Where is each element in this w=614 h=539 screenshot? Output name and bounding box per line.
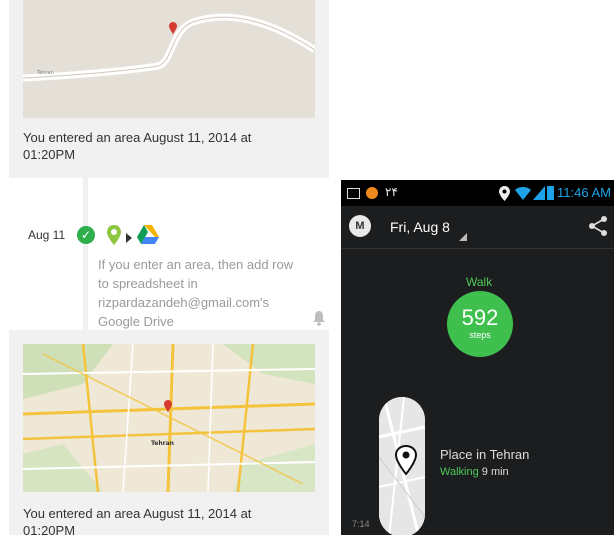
- steps-unit: steps: [469, 330, 491, 340]
- map-pin-icon: [394, 444, 418, 476]
- svg-text:Tehran: Tehran: [36, 70, 54, 76]
- activity-duration: 9 min: [481, 466, 509, 478]
- date-selector[interactable]: Fri, Aug 8: [390, 219, 450, 235]
- activity-type: Walking: [440, 466, 479, 478]
- battery-icon: [547, 186, 554, 200]
- place-title[interactable]: Place in Tehran: [440, 447, 529, 462]
- signal-icon: [533, 186, 545, 200]
- image-notification-icon: [347, 188, 360, 199]
- moves-logo-icon[interactable]: M: [349, 215, 371, 237]
- location-icon: [499, 186, 510, 201]
- feed-entry-card[interactable]: Tehran You entered an area August 11, 20…: [9, 0, 329, 178]
- google-drive-icon: [137, 225, 159, 244]
- dropdown-indicator-icon: [459, 233, 467, 241]
- app-header: M Fri, Aug 8: [341, 206, 614, 249]
- share-icon[interactable]: [588, 215, 608, 237]
- map-thumbnail[interactable]: Tehran: [23, 344, 315, 492]
- steps-summary-circle[interactable]: 592 steps: [447, 291, 513, 357]
- timeline-time: 7:14: [352, 519, 370, 529]
- map-thumbnail[interactable]: Tehran: [23, 0, 315, 118]
- entry-caption: You entered an area August 11, 2014 at 0…: [23, 130, 252, 162]
- timeline-connector: [83, 178, 88, 330]
- wifi-icon: [515, 186, 531, 200]
- app-notification-icon: [366, 187, 378, 199]
- activity-label: Walk: [466, 275, 493, 289]
- event-date: Aug 11: [28, 228, 66, 242]
- entry-caption: You entered an area August 11, 2014 at 0…: [23, 506, 252, 538]
- place-activity-summary: Walking 9 min: [440, 466, 509, 478]
- status-time: 11:46 AM: [557, 185, 611, 200]
- svg-text:Tehran: Tehran: [151, 440, 174, 447]
- feed-entry-card[interactable]: Tehran You entered an area August 11, 20…: [9, 330, 329, 538]
- moves-app-screen: ۲۴ 11:46 AM M Fri, Aug 8 Walk 592 steps: [341, 180, 614, 535]
- location-pin-icon: [106, 224, 122, 246]
- bell-icon[interactable]: [312, 310, 326, 326]
- check-icon: ✓: [77, 226, 95, 244]
- arrow-right-icon: [126, 230, 132, 243]
- notification-count: ۲۴: [385, 185, 398, 199]
- recipe-description: If you enter an area, then add row to sp…: [98, 257, 294, 329]
- status-bar: ۲۴ 11:46 AM: [341, 180, 614, 206]
- steps-count: 592: [461, 305, 499, 330]
